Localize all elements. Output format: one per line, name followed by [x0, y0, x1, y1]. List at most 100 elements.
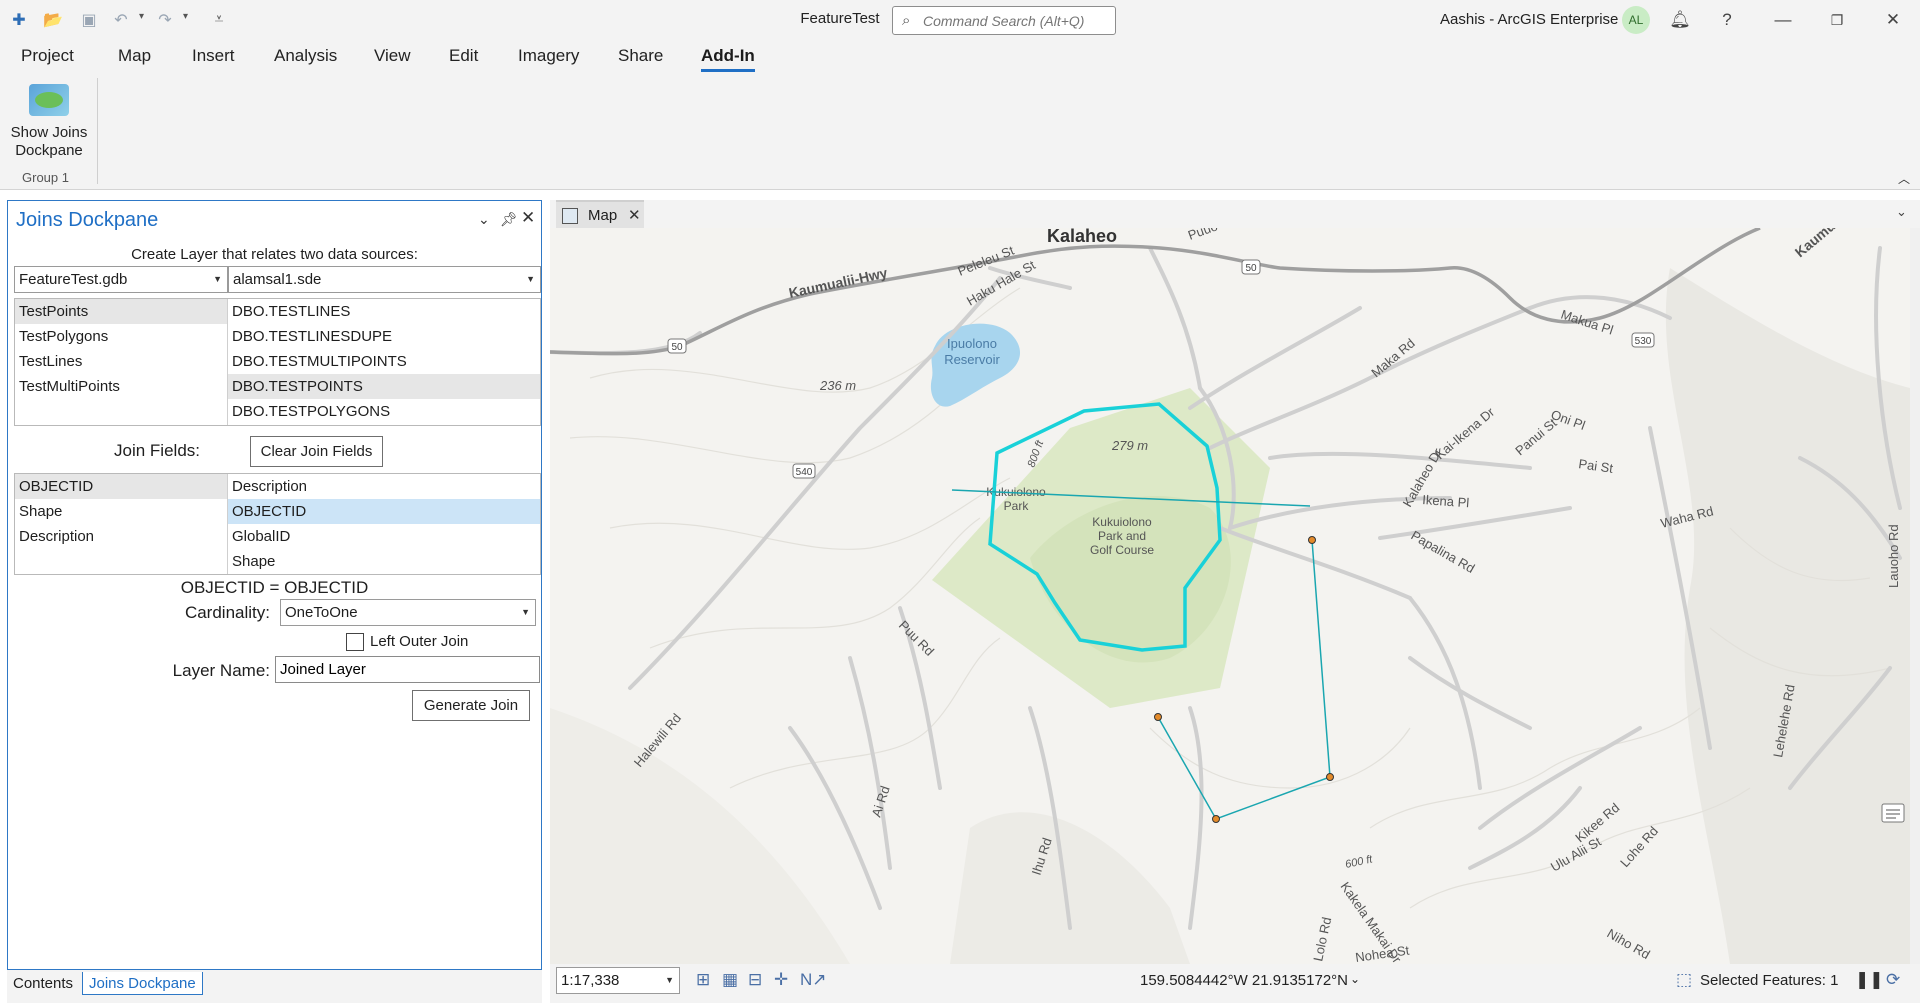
layer-name-input[interactable] [275, 656, 540, 683]
tab-add-in[interactable]: Add-In [701, 46, 755, 72]
tab-view[interactable]: View [374, 46, 411, 66]
map-tab[interactable]: Map ✕ [556, 200, 644, 228]
left-source-value: FeatureTest.gdb [19, 271, 128, 288]
coordinates-dropdown-icon[interactable]: ⌄ [1350, 972, 1360, 986]
table-icon[interactable]: ⊟ [748, 970, 762, 990]
coordinates-readout: 159.5084442°W 21.9135172°N [1140, 972, 1348, 989]
left-outer-join-label: Left Outer Join [370, 633, 469, 650]
cardinality-value: OneToOne [285, 604, 358, 621]
left-fields-list: OBJECTID Shape Description [15, 474, 227, 574]
map-tab-bar: Map ✕ ⌄ [550, 200, 1920, 228]
new-project-icon[interactable]: ✚ [8, 9, 30, 31]
list-item[interactable]: TestPoints [15, 299, 227, 324]
tab-analysis[interactable]: Analysis [274, 46, 337, 66]
title-bar: ✚ 📂 ▣ ↶ ▾ ↷ ▾ ⩡ FeatureTest ⌕ Aashis - A… [0, 0, 1920, 40]
command-search-input[interactable] [923, 11, 1108, 31]
pause-drawing-icon[interactable]: ❚❚ [1855, 970, 1884, 990]
map-icon [562, 208, 578, 224]
grid-icon[interactable]: ▦ [722, 970, 738, 990]
cardinality-dropdown[interactable]: OneToOne ▼ [280, 599, 536, 626]
point-feature[interactable] [1212, 815, 1220, 823]
open-project-icon[interactable]: 📂 [42, 9, 64, 31]
list-item[interactable]: Description [15, 524, 227, 549]
join-fields-label: Join Fields: [114, 441, 200, 460]
customize-toolbar-icon[interactable]: ⩡ [208, 9, 230, 31]
list-item[interactable]: DBO.TESTLINES [228, 299, 540, 324]
tab-project[interactable]: Project [21, 46, 74, 66]
snapping-icon[interactable]: ✛ [774, 970, 788, 990]
clear-join-fields-button[interactable]: Clear Join Fields [250, 436, 383, 467]
list-item[interactable]: DBO.TESTLINESDUPE [228, 324, 540, 349]
list-item[interactable]: Shape [228, 549, 540, 574]
redo-dropdown-icon[interactable]: ▾ [183, 11, 188, 22]
avatar[interactable]: AL [1622, 6, 1650, 34]
show-joins-dockpane-button[interactable]: Show Joins Dockpane [6, 80, 92, 162]
list-item[interactable]: TestPolygons [15, 324, 227, 349]
list-item[interactable]: OBJECTID [15, 474, 227, 499]
right-fields-list: Description OBJECTID GlobalID Shape [228, 474, 540, 574]
show-joins-label: Show Joins Dockpane [6, 124, 92, 160]
undo-dropdown-icon[interactable]: ▾ [139, 11, 144, 22]
list-item[interactable]: TestMultiPoints [15, 374, 227, 399]
layers-list: TestPoints TestPolygons TestLines TestMu… [14, 298, 541, 426]
close-dockpane-icon[interactable]: ✕ [521, 208, 535, 228]
generate-join-button[interactable]: Generate Join [412, 690, 530, 721]
undo-icon[interactable]: ↶ [110, 9, 132, 31]
chevron-down-icon[interactable]: ⌄ [478, 211, 490, 228]
tab-share[interactable]: Share [618, 46, 663, 66]
list-item[interactable]: Shape [15, 499, 227, 524]
cardinality-label: Cardinality: [184, 603, 270, 622]
user-label[interactable]: Aashis - ArcGIS Enterprise [1440, 11, 1618, 28]
route-shield-label: 50 [671, 342, 683, 353]
right-source-dropdown[interactable]: alamsal1.sde ▼ [228, 266, 541, 293]
map-view[interactable]: 50 50 540 530 Kalaheo Kaumualii-Hwy Kaum… [550, 228, 1910, 964]
list-item[interactable]: DBO.TESTPOINTS [228, 374, 540, 399]
point-feature[interactable] [1326, 773, 1334, 781]
left-source-dropdown[interactable]: FeatureTest.gdb ▼ [14, 266, 228, 293]
restore-button[interactable]: ❐ [1822, 6, 1852, 34]
show-joins-label-line1: Show Joins [10, 124, 88, 141]
save-icon[interactable]: ▣ [78, 9, 100, 31]
close-window-button[interactable]: ✕ [1878, 6, 1908, 34]
left-outer-join-checkbox[interactable] [346, 633, 364, 651]
tab-insert[interactable]: Insert [192, 46, 235, 66]
redo-icon[interactable]: ↷ [154, 9, 176, 31]
north-arrow-icon[interactable]: N↗ [800, 970, 827, 990]
minimize-button[interactable]: — [1768, 6, 1798, 34]
park-label: Park and [1098, 529, 1146, 543]
list-item[interactable]: DBO.TESTMULTIPOINTS [228, 349, 540, 374]
pin-icon[interactable]: 📌︎ [500, 211, 518, 228]
select-features-icon[interactable]: ⬚ [1676, 970, 1692, 990]
tab-edit[interactable]: Edit [449, 46, 478, 66]
layer-name-label: Layer Name: [172, 661, 270, 680]
list-item[interactable]: DBO.TESTPOLYGONS [228, 399, 540, 424]
tab-map[interactable]: Map [118, 46, 151, 66]
fixed-zoom-icon[interactable]: ⊞ [696, 970, 710, 990]
close-tab-icon[interactable]: ✕ [628, 206, 641, 224]
point-feature[interactable] [1154, 713, 1162, 721]
list-item[interactable]: OBJECTID [228, 499, 540, 524]
list-item[interactable]: GlobalID [228, 524, 540, 549]
map-canvas[interactable]: 50 50 540 530 Kalaheo Kaumualii-Hwy Kaum… [550, 228, 1910, 964]
legend-toggle-icon[interactable] [1881, 803, 1905, 823]
notifications-bell-icon[interactable]: 🔔︎ [1665, 6, 1695, 34]
list-item[interactable]: TestLines [15, 349, 227, 374]
help-button[interactable]: ? [1712, 6, 1742, 34]
route-shield-label: 50 [1245, 263, 1257, 274]
tab-joins-dockpane[interactable]: Joins Dockpane [82, 972, 203, 995]
scale-dropdown[interactable]: 1:17,338 ▼ [556, 967, 680, 994]
collapse-ribbon-icon[interactable]: ︿ [1898, 170, 1910, 187]
refresh-icon[interactable]: ⟳ [1886, 970, 1900, 990]
park-label: Park [1004, 499, 1030, 513]
command-search[interactable]: ⌕ [892, 6, 1116, 35]
map-scrollbar[interactable] [1910, 228, 1920, 964]
tab-imagery[interactable]: Imagery [518, 46, 579, 66]
tab-contents[interactable]: Contents [7, 972, 79, 995]
point-feature[interactable] [1308, 536, 1316, 544]
scale-value: 1:17,338 [561, 972, 620, 989]
list-item[interactable]: Description [228, 474, 540, 499]
tab-list-dropdown-icon[interactable]: ⌄ [1896, 204, 1907, 220]
water-label: Reservoir [944, 352, 1000, 367]
dropdown-arrow-icon: ▼ [526, 274, 535, 284]
map-island-icon [29, 84, 69, 116]
